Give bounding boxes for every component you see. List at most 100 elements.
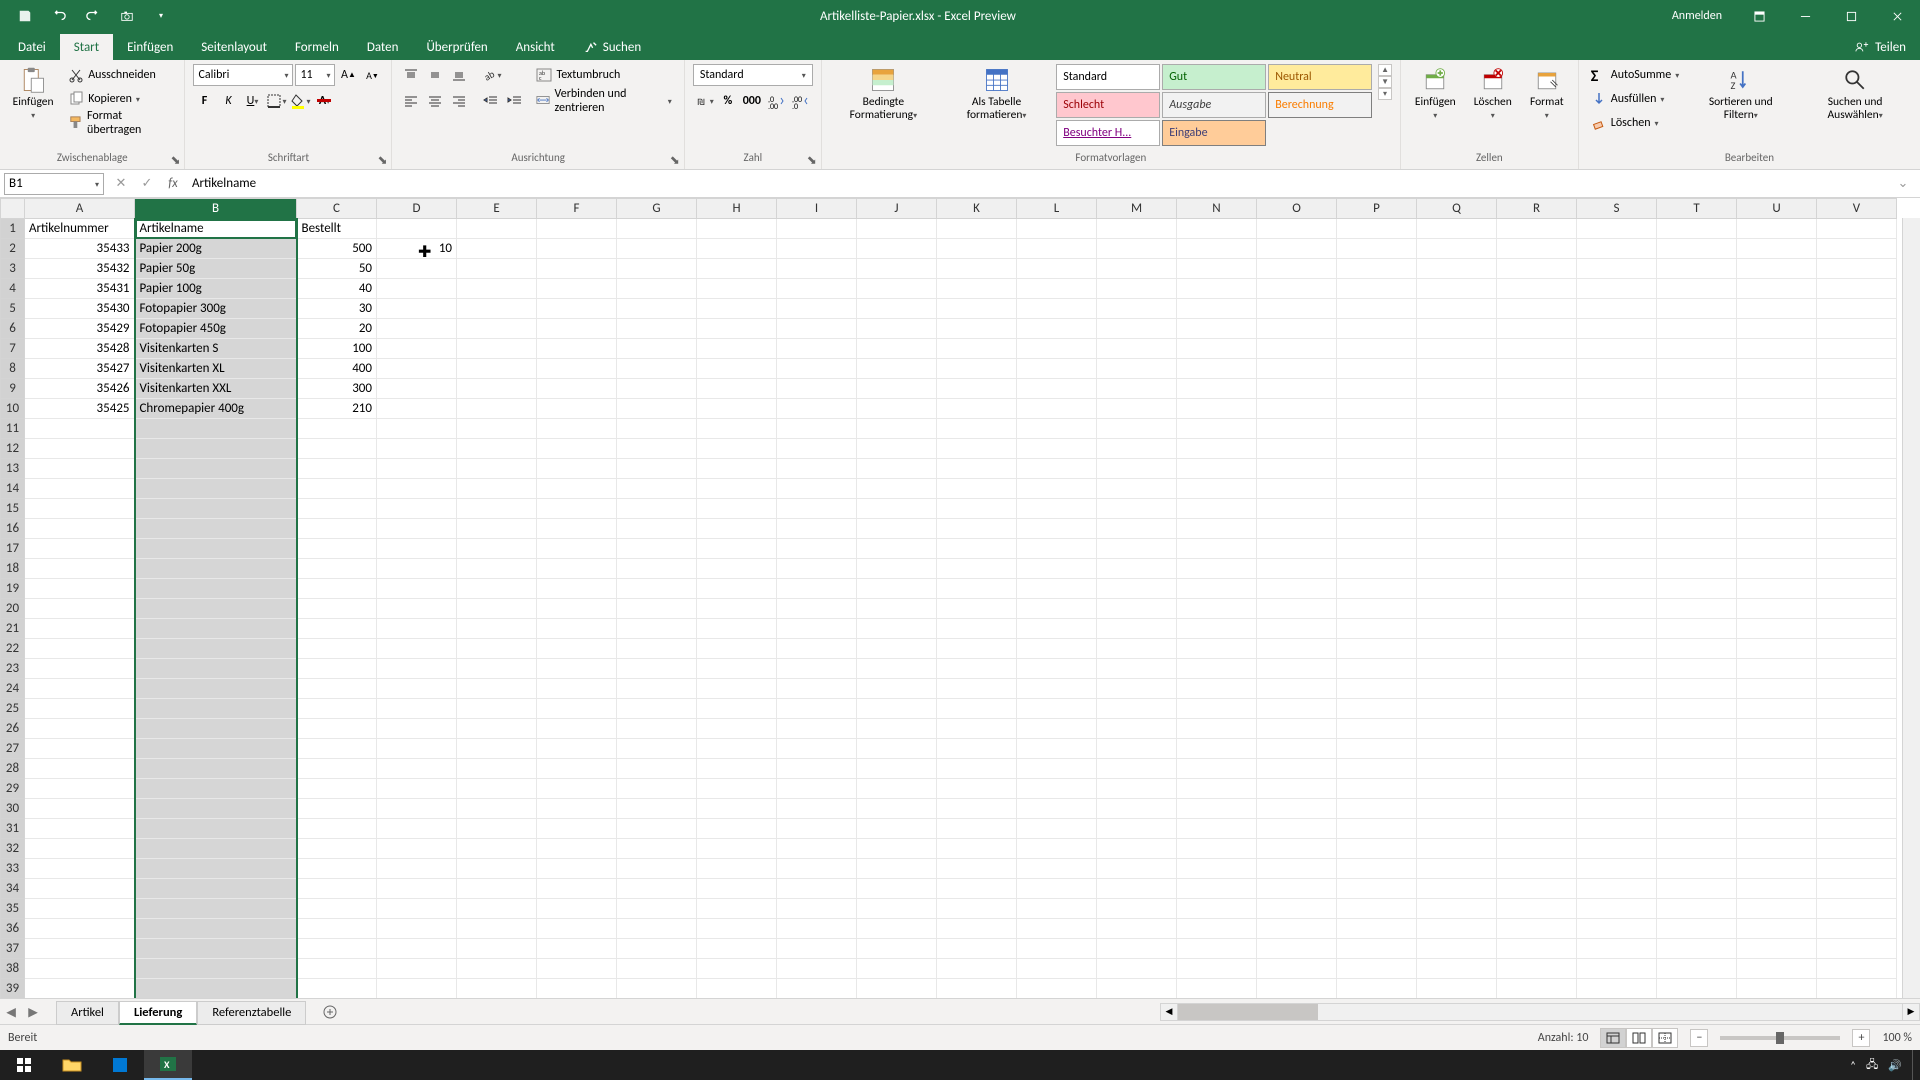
cell-E28[interactable] <box>457 759 537 779</box>
cell-I10[interactable] <box>777 399 857 419</box>
cell-P14[interactable] <box>1337 479 1417 499</box>
cell-H34[interactable] <box>697 879 777 899</box>
cell-O30[interactable] <box>1257 799 1337 819</box>
cell-T3[interactable] <box>1657 259 1737 279</box>
cell-G38[interactable] <box>617 959 697 979</box>
cell-J11[interactable] <box>857 419 937 439</box>
cell-A29[interactable] <box>25 779 135 799</box>
cell-R24[interactable] <box>1497 679 1577 699</box>
cell-E24[interactable] <box>457 679 537 699</box>
cell-R22[interactable] <box>1497 639 1577 659</box>
underline-button[interactable]: U <box>241 90 263 112</box>
row-header-6[interactable]: 6 <box>1 319 25 339</box>
cell-K31[interactable] <box>937 819 1017 839</box>
cell-O2[interactable] <box>1257 239 1337 259</box>
cell-F16[interactable] <box>537 519 617 539</box>
cell-E20[interactable] <box>457 599 537 619</box>
cell-O26[interactable] <box>1257 719 1337 739</box>
cell-I34[interactable] <box>777 879 857 899</box>
cell-L22[interactable] <box>1017 639 1097 659</box>
orientation-button[interactable]: ab <box>480 64 502 86</box>
cell-D30[interactable] <box>377 799 457 819</box>
cell-U18[interactable] <box>1737 559 1817 579</box>
cell-H20[interactable] <box>697 599 777 619</box>
cell-A15[interactable] <box>25 499 135 519</box>
cell-D26[interactable] <box>377 719 457 739</box>
cell-O32[interactable] <box>1257 839 1337 859</box>
cell-N15[interactable] <box>1177 499 1257 519</box>
cell-B1[interactable]: Artikelname <box>135 219 297 239</box>
cell-H16[interactable] <box>697 519 777 539</box>
cell-G2[interactable] <box>617 239 697 259</box>
cell-C7[interactable]: 100 <box>297 339 377 359</box>
cell-P13[interactable] <box>1337 459 1417 479</box>
cell-Q33[interactable] <box>1417 859 1497 879</box>
cell-F8[interactable] <box>537 359 617 379</box>
cell-N27[interactable] <box>1177 739 1257 759</box>
cell-D8[interactable] <box>377 359 457 379</box>
vertical-scrollbar[interactable] <box>1902 218 1920 998</box>
cell-G14[interactable] <box>617 479 697 499</box>
cell-K26[interactable] <box>937 719 1017 739</box>
cell-I39[interactable] <box>777 979 857 999</box>
cell-N22[interactable] <box>1177 639 1257 659</box>
find-select-button[interactable]: Suchen und Auswählen <box>1798 64 1912 123</box>
cell-L7[interactable] <box>1017 339 1097 359</box>
cell-O24[interactable] <box>1257 679 1337 699</box>
ribbon-options-button[interactable] <box>1736 0 1782 32</box>
cell-R2[interactable] <box>1497 239 1577 259</box>
cell-I19[interactable] <box>777 579 857 599</box>
cell-L2[interactable] <box>1017 239 1097 259</box>
cell-V17[interactable] <box>1817 539 1897 559</box>
cell-D12[interactable] <box>377 439 457 459</box>
decrease-font-button[interactable]: A▼ <box>361 64 383 86</box>
cell-A36[interactable] <box>25 919 135 939</box>
cell-S1[interactable] <box>1577 219 1657 239</box>
cell-M27[interactable] <box>1097 739 1177 759</box>
cell-C21[interactable] <box>297 619 377 639</box>
cell-L3[interactable] <box>1017 259 1097 279</box>
cell-U28[interactable] <box>1737 759 1817 779</box>
cell-P5[interactable] <box>1337 299 1417 319</box>
spreadsheet-grid[interactable]: ABCDEFGHIJKLMNOPQRSTUV1ArtikelnummerArti… <box>0 198 1920 998</box>
cell-F12[interactable] <box>537 439 617 459</box>
cell-M32[interactable] <box>1097 839 1177 859</box>
cell-L5[interactable] <box>1017 299 1097 319</box>
cell-V22[interactable] <box>1817 639 1897 659</box>
cell-Q12[interactable] <box>1417 439 1497 459</box>
cell-A19[interactable] <box>25 579 135 599</box>
cell-G21[interactable] <box>617 619 697 639</box>
font-dialog-launcher[interactable]: ⬊ <box>375 153 389 167</box>
cell-F24[interactable] <box>537 679 617 699</box>
cell-T14[interactable] <box>1657 479 1737 499</box>
cell-N16[interactable] <box>1177 519 1257 539</box>
style-eingabe[interactable]: Eingabe <box>1162 120 1266 146</box>
cell-E27[interactable] <box>457 739 537 759</box>
align-right-button[interactable] <box>448 90 470 112</box>
cell-B27[interactable] <box>135 739 297 759</box>
sheet-nav-prev[interactable]: ◀ <box>0 1001 22 1023</box>
cell-D2[interactable]: 10 <box>377 239 457 259</box>
cell-G8[interactable] <box>617 359 697 379</box>
cell-S11[interactable] <box>1577 419 1657 439</box>
cell-J17[interactable] <box>857 539 937 559</box>
cell-E2[interactable] <box>457 239 537 259</box>
cell-B18[interactable] <box>135 559 297 579</box>
cell-B6[interactable]: Fotopapier 450g <box>135 319 297 339</box>
column-header-M[interactable]: M <box>1097 199 1177 219</box>
cell-E36[interactable] <box>457 919 537 939</box>
cell-E22[interactable] <box>457 639 537 659</box>
font-size-combo[interactable]: 11 <box>295 64 335 86</box>
cell-I30[interactable] <box>777 799 857 819</box>
cell-A25[interactable] <box>25 699 135 719</box>
column-header-D[interactable]: D <box>377 199 457 219</box>
cell-P26[interactable] <box>1337 719 1417 739</box>
cell-R35[interactable] <box>1497 899 1577 919</box>
cell-T12[interactable] <box>1657 439 1737 459</box>
cell-C22[interactable] <box>297 639 377 659</box>
style-berechnung[interactable]: Berechnung <box>1268 92 1372 118</box>
cell-G29[interactable] <box>617 779 697 799</box>
cell-U35[interactable] <box>1737 899 1817 919</box>
cell-J9[interactable] <box>857 379 937 399</box>
cell-E23[interactable] <box>457 659 537 679</box>
